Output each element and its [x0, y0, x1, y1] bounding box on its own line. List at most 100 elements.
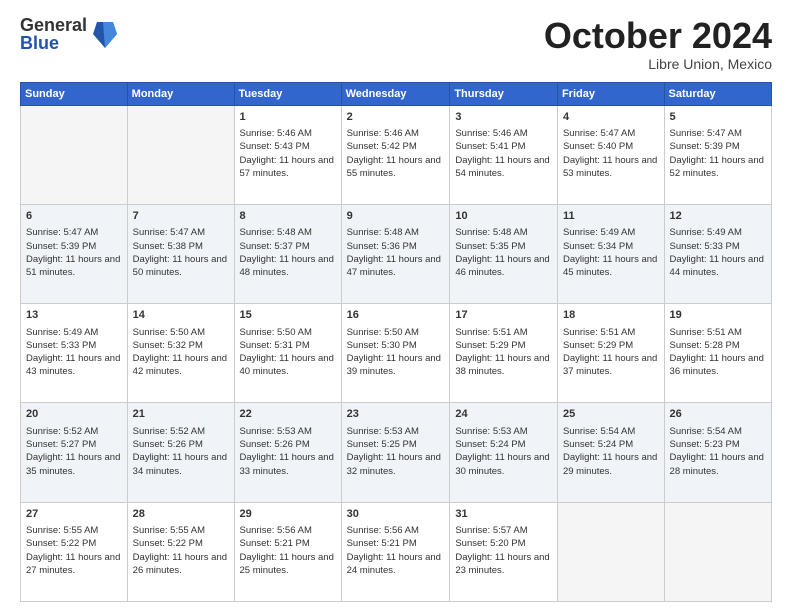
- table-row: 22Sunrise: 5:53 AMSunset: 5:26 PMDayligh…: [234, 403, 341, 502]
- table-row: 23Sunrise: 5:53 AMSunset: 5:25 PMDayligh…: [341, 403, 450, 502]
- table-row: 19Sunrise: 5:51 AMSunset: 5:28 PMDayligh…: [664, 304, 771, 403]
- day-number: 29: [240, 507, 336, 522]
- logo: General Blue: [20, 16, 117, 52]
- col-thursday: Thursday: [450, 82, 558, 105]
- table-row: [21, 105, 128, 204]
- table-row: 20 Sunrise: 5:52 AMSunset: 5:27 PMDayligh…: [21, 403, 128, 502]
- sunset-text: Sunset: 5:30 PM: [347, 339, 445, 352]
- sunrise-text: Sunrise: 5:48 AM: [455, 226, 552, 239]
- sunrise-text: Sunrise: 5:50 AM: [133, 326, 229, 339]
- table-row: 6Sunrise: 5:47 AMSunset: 5:39 PMDaylight…: [21, 204, 128, 303]
- sunset-text: Sunset: 5:31 PM: [240, 339, 336, 352]
- daylight-text: Daylight: 11 hours and 34 minutes.: [133, 451, 229, 478]
- page: General Blue October 2024 Libre Union, M…: [0, 0, 792, 612]
- col-tuesday: Tuesday: [234, 82, 341, 105]
- table-row: 3Sunrise: 5:46 AMSunset: 5:41 PMDaylight…: [450, 105, 558, 204]
- daylight-text: Daylight: 11 hours and 46 minutes.: [455, 253, 552, 280]
- daylight-text: Daylight: 11 hours and 45 minutes.: [563, 253, 659, 280]
- daylight-text: Daylight: 11 hours and 35 minutes.: [26, 451, 122, 478]
- sunrise-text: Sunrise: 5:52 AM: [26, 425, 122, 438]
- sunrise-text: Sunrise: 5:53 AM: [240, 425, 336, 438]
- table-row: [127, 105, 234, 204]
- calendar-week-row: 13Sunrise: 5:49 AMSunset: 5:33 PMDayligh…: [21, 304, 772, 403]
- sunset-text: Sunset: 5:26 PM: [240, 438, 336, 451]
- sunrise-text: Sunrise: 5:50 AM: [240, 326, 336, 339]
- calendar-week-row: 20Sunrise: 5:52 AMSunset: 5:27 PMDayligh…: [21, 403, 772, 502]
- month-title: October 2024: [544, 16, 772, 56]
- logo-blue: Blue: [20, 34, 87, 52]
- sunrise-text: Sunrise: 5:52 AM: [133, 425, 229, 438]
- sunrise-text: Sunrise: 5:56 AM: [240, 524, 336, 537]
- sunrise-text: Sunrise: 5:57 AM: [455, 524, 552, 537]
- table-row: 2Sunrise: 5:46 AMSunset: 5:42 PMDaylight…: [341, 105, 450, 204]
- day-number: 9: [347, 209, 445, 224]
- daylight-text: Daylight: 11 hours and 48 minutes.: [240, 253, 336, 280]
- col-sunday: Sunday: [21, 82, 128, 105]
- day-number: 12: [670, 209, 766, 224]
- day-number: 16: [347, 308, 445, 323]
- day-number: 7: [133, 209, 229, 224]
- col-friday: Friday: [557, 82, 664, 105]
- sunset-text: Sunset: 5:32 PM: [133, 339, 229, 352]
- day-number: 5: [670, 110, 766, 125]
- day-number: 24: [455, 407, 552, 422]
- sunrise-text: Sunrise: 5:56 AM: [347, 524, 445, 537]
- day-number: 4: [563, 110, 659, 125]
- sunset-text: Sunset: 5:37 PM: [240, 240, 336, 253]
- sunset-text: Sunset: 5:28 PM: [670, 339, 766, 352]
- day-number: 3: [455, 110, 552, 125]
- table-row: 8 Sunrise: 5:48 AMSunset: 5:37 PMDaylight…: [234, 204, 341, 303]
- calendar-header-row: Sunday Monday Tuesday Wednesday Thursday…: [21, 82, 772, 105]
- table-row: [557, 502, 664, 601]
- calendar-table: Sunday Monday Tuesday Wednesday Thursday…: [20, 82, 772, 602]
- table-row: 5Sunrise: 5:47 AMSunset: 5:39 PMDaylight…: [664, 105, 771, 204]
- sunset-text: Sunset: 5:24 PM: [563, 438, 659, 451]
- sunrise-text: Sunrise: 5:47 AM: [670, 127, 766, 140]
- sunrise-text: Sunrise: 5:53 AM: [455, 425, 552, 438]
- sunset-text: Sunset: 5:40 PM: [563, 140, 659, 153]
- sunset-text: Sunset: 5:22 PM: [133, 537, 229, 550]
- title-block: October 2024 Libre Union, Mexico: [544, 16, 772, 72]
- sunset-text: Sunset: 5:35 PM: [455, 240, 552, 253]
- sunset-text: Sunset: 5:25 PM: [347, 438, 445, 451]
- calendar-week-row: 1Sunrise: 5:46 AMSunset: 5:43 PMDaylight…: [21, 105, 772, 204]
- sunset-text: Sunset: 5:23 PM: [670, 438, 766, 451]
- sunrise-text: Sunrise: 5:48 AM: [240, 226, 336, 239]
- day-number: 23: [347, 407, 445, 422]
- sunrise-text: Sunrise: 5:47 AM: [26, 226, 122, 239]
- sunrise-text: Sunrise: 5:51 AM: [455, 326, 552, 339]
- sunrise-text: Sunrise: 5:49 AM: [670, 226, 766, 239]
- table-row: 9Sunrise: 5:48 AMSunset: 5:36 PMDaylight…: [341, 204, 450, 303]
- day-number: 20: [26, 407, 122, 422]
- logo-text: General Blue: [20, 16, 87, 52]
- day-number: 10: [455, 209, 552, 224]
- day-number: 17: [455, 308, 552, 323]
- sunrise-text: Sunrise: 5:46 AM: [455, 127, 552, 140]
- daylight-text: Daylight: 11 hours and 53 minutes.: [563, 154, 659, 181]
- sunset-text: Sunset: 5:26 PM: [133, 438, 229, 451]
- day-number: 8: [240, 209, 336, 224]
- sunrise-text: Sunrise: 5:51 AM: [563, 326, 659, 339]
- day-number: 18: [563, 308, 659, 323]
- sunset-text: Sunset: 5:33 PM: [26, 339, 122, 352]
- table-row: 30Sunrise: 5:56 AMSunset: 5:21 PMDayligh…: [341, 502, 450, 601]
- sunrise-text: Sunrise: 5:54 AM: [563, 425, 659, 438]
- table-row: 14Sunrise: 5:50 AMSunset: 5:32 PMDayligh…: [127, 304, 234, 403]
- sunset-text: Sunset: 5:27 PM: [26, 438, 122, 451]
- sunset-text: Sunset: 5:22 PM: [26, 537, 122, 550]
- header: General Blue October 2024 Libre Union, M…: [20, 16, 772, 72]
- daylight-text: Daylight: 11 hours and 23 minutes.: [455, 551, 552, 578]
- sunset-text: Sunset: 5:39 PM: [670, 140, 766, 153]
- sunset-text: Sunset: 5:43 PM: [240, 140, 336, 153]
- table-row: 27Sunrise: 5:55 AMSunset: 5:22 PMDayligh…: [21, 502, 128, 601]
- table-row: 15Sunrise: 5:50 AMSunset: 5:31 PMDayligh…: [234, 304, 341, 403]
- daylight-text: Daylight: 11 hours and 28 minutes.: [670, 451, 766, 478]
- sunrise-text: Sunrise: 5:46 AM: [347, 127, 445, 140]
- daylight-text: Daylight: 11 hours and 39 minutes.: [347, 352, 445, 379]
- sunset-text: Sunset: 5:24 PM: [455, 438, 552, 451]
- daylight-text: Daylight: 11 hours and 47 minutes.: [347, 253, 445, 280]
- sunset-text: Sunset: 5:29 PM: [563, 339, 659, 352]
- table-row: [664, 502, 771, 601]
- sunrise-text: Sunrise: 5:51 AM: [670, 326, 766, 339]
- day-number: 6: [26, 209, 122, 224]
